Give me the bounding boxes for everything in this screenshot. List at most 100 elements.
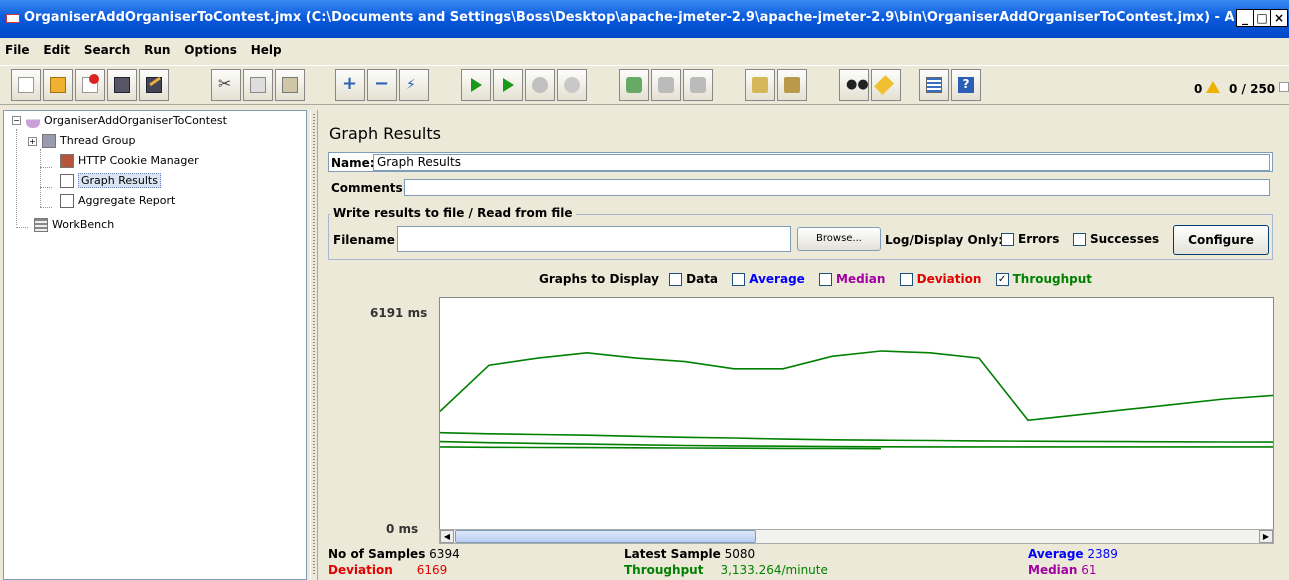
clear-all-button[interactable] — [777, 69, 807, 101]
results-graph — [439, 350, 1274, 450]
templates-button[interactable] — [43, 69, 73, 101]
search-button[interactable]: ●● — [839, 69, 869, 101]
comments-input[interactable] — [404, 179, 1270, 196]
menu-edit[interactable]: Edit — [38, 40, 75, 60]
scroll-left-arrow[interactable]: ◀ — [440, 530, 454, 543]
menu-options[interactable]: Options — [179, 40, 242, 60]
filename-input[interactable] — [397, 226, 791, 252]
shutdown-icon — [564, 77, 580, 93]
copy-icon — [250, 77, 266, 93]
scroll-right-arrow[interactable]: ▶ — [1259, 530, 1273, 543]
successes-check[interactable] — [1073, 233, 1086, 246]
average-stat-label: Average — [1028, 547, 1084, 561]
warning-icon[interactable] — [1206, 81, 1220, 93]
average-stat-value: 2389 — [1087, 547, 1118, 561]
errors-checkbox[interactable]: Errors — [1001, 232, 1059, 246]
root-expander[interactable]: − — [12, 116, 21, 125]
spool-icon — [42, 134, 56, 148]
minimize-button[interactable]: _ — [1236, 9, 1254, 27]
workbench-icon — [34, 218, 48, 232]
menu-file[interactable]: File — [0, 40, 35, 60]
splitter-grip — [313, 114, 315, 576]
median-option[interactable]: Median — [819, 272, 885, 286]
help-button[interactable]: ? — [951, 69, 981, 101]
paste-button[interactable] — [275, 69, 305, 101]
median-label: Median — [836, 272, 886, 286]
name-row: Name: Graph Results — [328, 152, 1273, 172]
median-checkbox[interactable] — [819, 273, 832, 286]
deviation-checkbox[interactable] — [899, 273, 913, 286]
new-button[interactable] — [11, 69, 41, 101]
browse-button[interactable]: Browse... — [797, 227, 881, 251]
throughput-stat-label: Throughput — [624, 563, 704, 577]
thread-group-expander[interactable]: + — [28, 137, 37, 146]
cut-button[interactable]: ✂ — [211, 69, 241, 101]
latest-sample-value: 5080 — [724, 547, 756, 561]
tree-node-label: Thread Group — [60, 134, 136, 147]
toggle-button[interactable]: ⚡ — [399, 69, 429, 101]
throughput-option[interactable]: ✓ Throughput — [995, 272, 1092, 286]
open-icon — [82, 74, 99, 93]
start-button[interactable] — [461, 69, 491, 101]
plus-icon: + — [342, 73, 358, 94]
name-label: Name: — [331, 156, 375, 170]
toggle-icon: ⚡ — [406, 77, 416, 93]
graphs-label: Graphs to Display — [539, 272, 659, 286]
reset-search-button[interactable] — [871, 69, 901, 101]
stop-button[interactable] — [525, 69, 555, 101]
remote-stop-icon — [658, 77, 674, 93]
save-button[interactable] — [107, 69, 137, 101]
close-button[interactable]: × — [1270, 9, 1288, 27]
scroll-thumb[interactable] — [455, 530, 756, 543]
open-button[interactable] — [75, 69, 105, 101]
data-checkbox[interactable] — [669, 273, 683, 286]
graph-horizontal-scrollbar[interactable]: ◀ ▶ — [439, 529, 1274, 544]
deviation-option[interactable]: Deviation — [899, 272, 981, 286]
reset-search-icon — [874, 75, 894, 95]
stop-icon — [532, 77, 548, 93]
errors-label: Errors — [1018, 232, 1060, 246]
menu-run[interactable]: Run — [139, 40, 175, 60]
data-option[interactable]: Data — [669, 272, 718, 286]
app-icon — [6, 14, 20, 23]
function-helper-button[interactable] — [919, 69, 949, 101]
successes-checkbox[interactable]: Successes — [1073, 232, 1159, 246]
save-as-icon — [146, 76, 162, 93]
name-input[interactable]: Graph Results — [373, 154, 1270, 171]
minus-icon: − — [374, 73, 390, 94]
tree-node-workbench[interactable]: WorkBench — [34, 216, 114, 234]
average-checkbox[interactable] — [732, 273, 746, 286]
tree-node-thread-group[interactable]: Thread Group — [42, 132, 135, 150]
cookie-manager-icon — [60, 154, 74, 168]
tree-node-aggregate-report[interactable]: Aggregate Report — [60, 192, 175, 210]
median-stat: Median 61 — [1028, 563, 1097, 577]
maximize-button[interactable]: □ — [1253, 9, 1271, 27]
average-option[interactable]: Average — [732, 272, 805, 286]
deviation-stat-label: Deviation — [328, 563, 393, 577]
remote-shutdown-button[interactable] — [683, 69, 713, 101]
menu-search[interactable]: Search — [79, 40, 135, 60]
expand-button[interactable]: + — [335, 69, 365, 101]
clear-button[interactable] — [745, 69, 775, 101]
window-title: OrganiserAddOrganiserToContest.jmx (C:\D… — [24, 10, 1234, 25]
tree-node-cookie-manager[interactable]: HTTP Cookie Manager — [60, 152, 199, 170]
errors-check[interactable] — [1001, 233, 1014, 246]
save-as-button[interactable] — [139, 69, 169, 101]
shutdown-button[interactable] — [557, 69, 587, 101]
configure-button[interactable]: Configure — [1173, 225, 1269, 255]
comments-row: Comments: — [328, 177, 1273, 197]
throughput-checkbox[interactable]: ✓ — [995, 273, 1009, 286]
remote-start-button[interactable] — [619, 69, 649, 101]
tree-node-test-plan[interactable]: OrganiserAddOrganiserToContest — [26, 112, 227, 130]
latest-sample-label: Latest Sample — [624, 547, 721, 561]
copy-button[interactable] — [243, 69, 273, 101]
tree-node-graph-results[interactable]: Graph Results — [60, 172, 161, 190]
help-icon: ? — [958, 77, 974, 93]
collapse-button[interactable]: − — [367, 69, 397, 101]
remote-stop-button[interactable] — [651, 69, 681, 101]
graph-listener-icon — [60, 174, 74, 188]
start-no-pauses-button[interactable] — [493, 69, 523, 101]
menu-bar: File Edit Search Run Options Help — [0, 40, 1289, 62]
latest-sample-stat: Latest Sample 5080 — [624, 547, 755, 561]
menu-help[interactable]: Help — [246, 40, 287, 60]
